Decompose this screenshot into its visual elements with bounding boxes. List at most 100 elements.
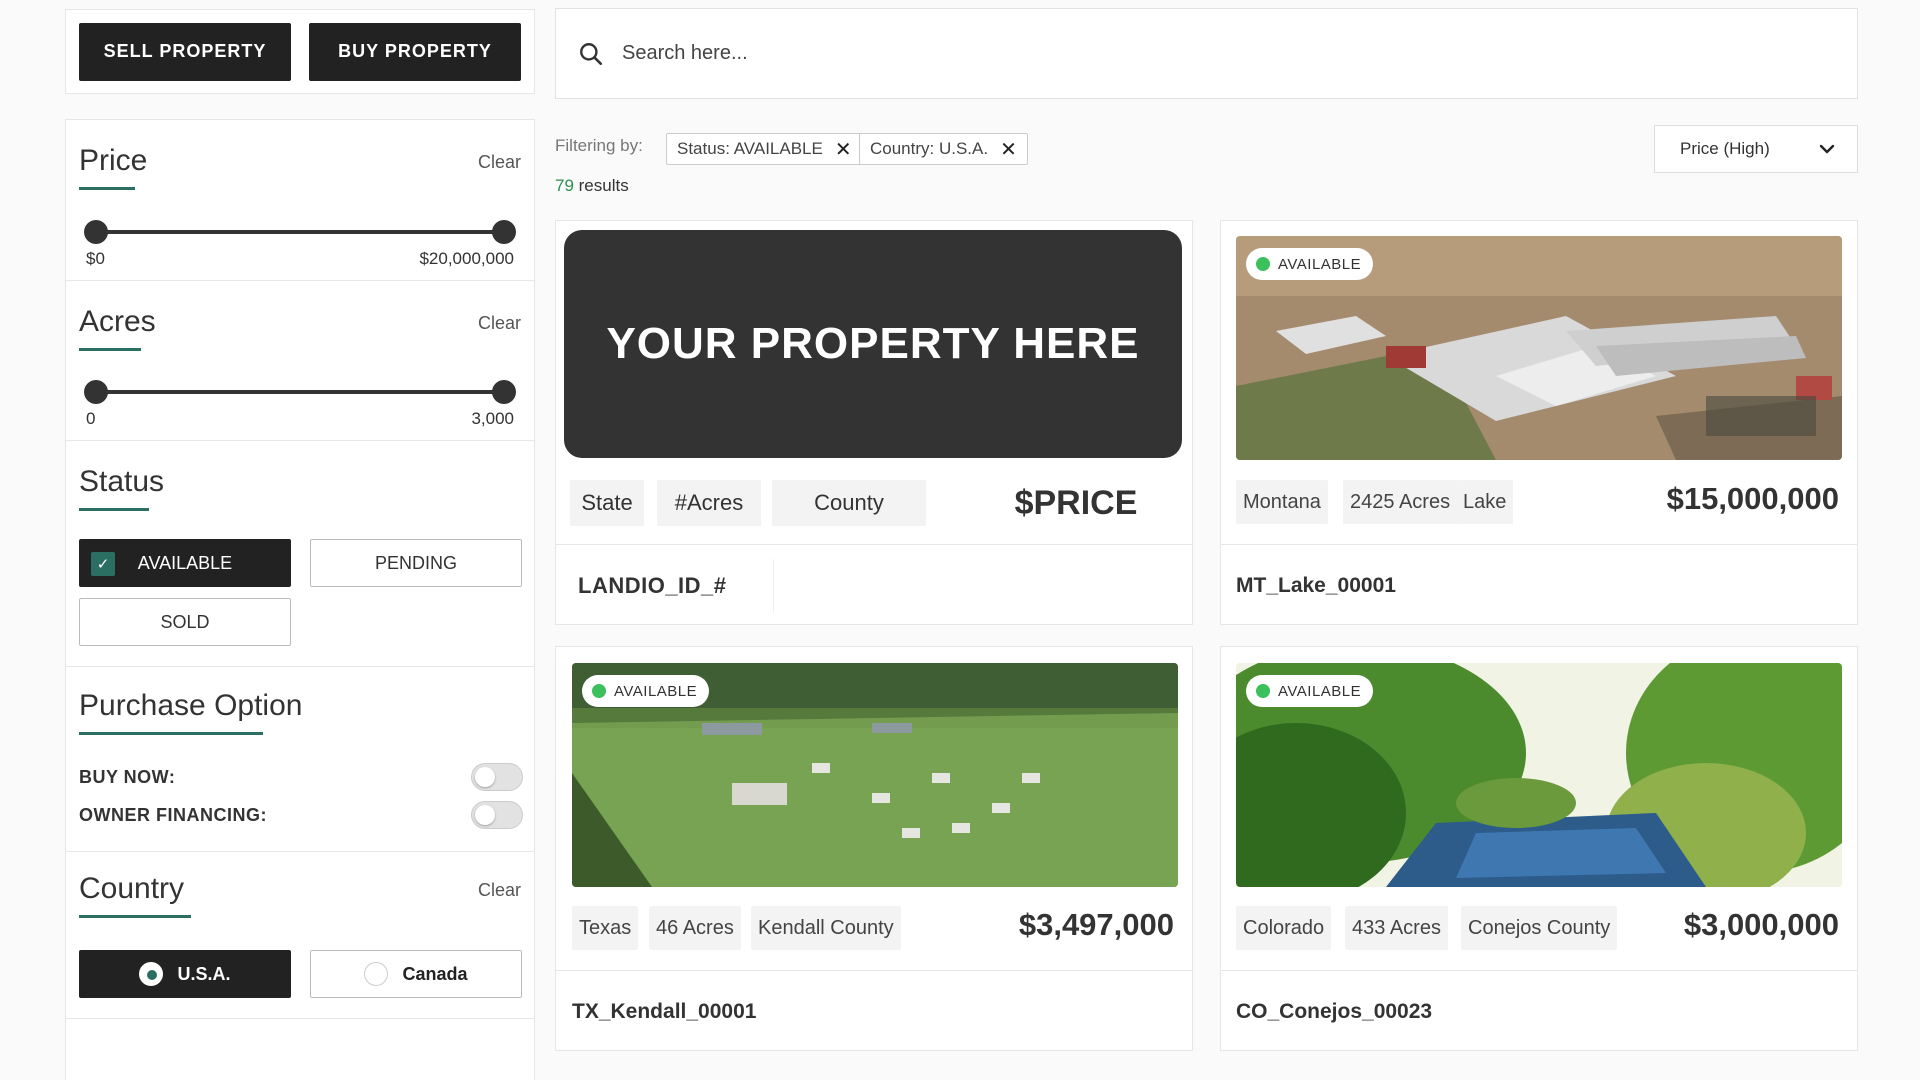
price-max-handle[interactable] xyxy=(492,220,516,244)
status-badge: AVAILABLE xyxy=(1246,248,1374,280)
card-divider xyxy=(556,970,1192,971)
radio-selected-icon xyxy=(139,962,164,986)
country-clear-button[interactable]: Clear xyxy=(478,880,521,901)
check-icon: ✓ xyxy=(91,552,115,576)
status-underline xyxy=(79,508,149,511)
badge-label: AVAILABLE xyxy=(1278,682,1362,700)
listing-price: $15,000,000 xyxy=(1666,481,1839,516)
action-buttons-panel: SELL PROPERTY BUY PROPERTY xyxy=(65,9,535,94)
results-suffix: results xyxy=(573,176,629,195)
country-chip-label: Country: U.S.A. xyxy=(870,139,989,158)
chevron-down-icon xyxy=(1819,144,1835,154)
property-image[interactable]: AVAILABLE xyxy=(572,663,1178,887)
sell-property-button[interactable]: SELL PROPERTY xyxy=(79,22,291,81)
country-filter: Country Clear U.S.A. Canada xyxy=(66,852,534,1019)
status-badge: AVAILABLE xyxy=(1246,675,1374,707)
buy-now-toggle[interactable] xyxy=(471,763,523,791)
status-sold-button[interactable]: SOLD xyxy=(79,598,291,646)
country-filter-chip[interactable]: Country: U.S.A. ✕ xyxy=(859,133,1028,165)
owner-financing-toggle[interactable] xyxy=(471,801,523,829)
badge-label: AVAILABLE xyxy=(1278,255,1362,273)
country-title: Country xyxy=(79,872,185,905)
status-available-label: AVAILABLE xyxy=(137,552,233,573)
state-tag: Colorado xyxy=(1236,906,1332,950)
county-tag: Conejos County xyxy=(1461,906,1618,950)
placeholder-price: $PRICE xyxy=(1014,483,1138,522)
placeholder-acres-tag: #Acres xyxy=(657,480,761,526)
state-tag: Texas xyxy=(572,906,639,950)
acres-min-label: 0 xyxy=(86,409,96,428)
results-count: 79 results xyxy=(555,176,629,196)
buy-property-button[interactable]: BUY PROPERTY xyxy=(309,22,521,81)
price-filter: Price Clear $0 $20,000,000 xyxy=(66,120,534,281)
search-bar xyxy=(555,8,1858,99)
status-chip-label: Status: AVAILABLE xyxy=(677,139,823,158)
purchase-option-title: Purchase Option xyxy=(79,689,303,722)
purchase-option-filter: Purchase Option BUY NOW: OWNER FINANCING… xyxy=(66,667,534,852)
results-number: 79 xyxy=(555,176,574,195)
owner-financing-row: OWNER FINANCING: xyxy=(79,800,523,830)
state-tag: Montana xyxy=(1236,480,1328,524)
country-usa-button[interactable]: U.S.A. xyxy=(79,950,291,998)
property-card[interactable]: AVAILABLE Montana 2425 Acres Lake $15,00… xyxy=(1220,220,1858,625)
card-divider xyxy=(556,544,1192,545)
price-min-label: $0 xyxy=(86,249,105,268)
acres-max-handle[interactable] xyxy=(492,380,516,404)
acres-max-label: 3,000 xyxy=(471,409,514,428)
listing-id: TX_Kendall_00001 xyxy=(572,1000,757,1023)
acres-underline xyxy=(79,348,141,351)
acres-clear-button[interactable]: Clear xyxy=(478,313,521,334)
placeholder-county-tag: County xyxy=(772,480,926,526)
acres-min-handle[interactable] xyxy=(84,380,108,404)
radio-unselected-icon xyxy=(364,962,389,986)
country-underline xyxy=(79,915,191,918)
listing-price: $3,497,000 xyxy=(1018,907,1174,942)
listing-price: $3,000,000 xyxy=(1683,907,1839,942)
acres-tag: 433 Acres xyxy=(1345,906,1448,950)
price-min-handle[interactable] xyxy=(84,220,108,244)
placeholder-property-card[interactable]: YOUR PROPERTY HERE State #Acres County $… xyxy=(555,220,1193,625)
card-divider xyxy=(1221,544,1857,545)
acres-filter: Acres Clear 0 3,000 xyxy=(66,281,534,441)
purchase-option-underline xyxy=(79,732,263,735)
price-clear-button[interactable]: Clear xyxy=(478,152,521,173)
status-available-button[interactable]: ✓ AVAILABLE xyxy=(79,539,291,587)
acres-tag: 2425 Acres xyxy=(1343,480,1458,524)
acres-tag: 46 Acres xyxy=(649,906,741,950)
status-filter-chip[interactable]: Status: AVAILABLE ✕ xyxy=(666,133,863,165)
placeholder-id: LANDIO_ID_# xyxy=(564,559,774,613)
property-card[interactable]: AVAILABLE Colorado 433 Acres Conejos Cou… xyxy=(1220,646,1858,1051)
placeholder-state-tag: State xyxy=(570,480,644,526)
available-dot-icon xyxy=(1256,257,1270,271)
available-dot-icon xyxy=(1256,684,1270,698)
your-property-banner: YOUR PROPERTY HERE xyxy=(564,230,1182,458)
sort-dropdown[interactable]: Price (High) xyxy=(1654,125,1858,173)
sort-value: Price (High) xyxy=(1680,139,1770,158)
status-pending-button[interactable]: PENDING xyxy=(310,539,522,587)
price-slider-track[interactable] xyxy=(96,230,506,234)
county-tag: Lake xyxy=(1456,480,1514,524)
status-filter: Status ✓ AVAILABLE PENDING SOLD xyxy=(66,441,534,667)
buy-now-row: BUY NOW: xyxy=(79,762,523,792)
status-badge: AVAILABLE xyxy=(582,675,710,707)
owner-financing-label: OWNER FINANCING: xyxy=(79,804,267,825)
search-input[interactable] xyxy=(622,42,1622,65)
listing-id: MT_Lake_00001 xyxy=(1236,574,1396,597)
county-tag: Kendall County xyxy=(751,906,901,950)
close-icon[interactable]: ✕ xyxy=(1000,137,1017,162)
acres-slider-track[interactable] xyxy=(96,390,506,394)
available-dot-icon xyxy=(592,684,606,698)
filters-panel: Price Clear $0 $20,000,000 Acres Clear 0… xyxy=(65,119,535,1080)
property-image[interactable]: AVAILABLE xyxy=(1236,236,1842,460)
filtering-by-label: Filtering by: xyxy=(555,136,643,155)
search-icon xyxy=(580,42,603,65)
price-max-label: $20,000,000 xyxy=(419,249,514,268)
country-canada-button[interactable]: Canada xyxy=(310,950,522,998)
price-title: Price xyxy=(79,144,148,177)
close-icon[interactable]: ✕ xyxy=(835,137,852,162)
status-title: Status xyxy=(79,465,165,498)
property-card[interactable]: AVAILABLE Texas 46 Acres Kendall County … xyxy=(555,646,1193,1051)
country-usa-label: U.S.A. xyxy=(177,963,231,984)
price-underline xyxy=(79,187,135,190)
property-image[interactable]: AVAILABLE xyxy=(1236,663,1842,887)
